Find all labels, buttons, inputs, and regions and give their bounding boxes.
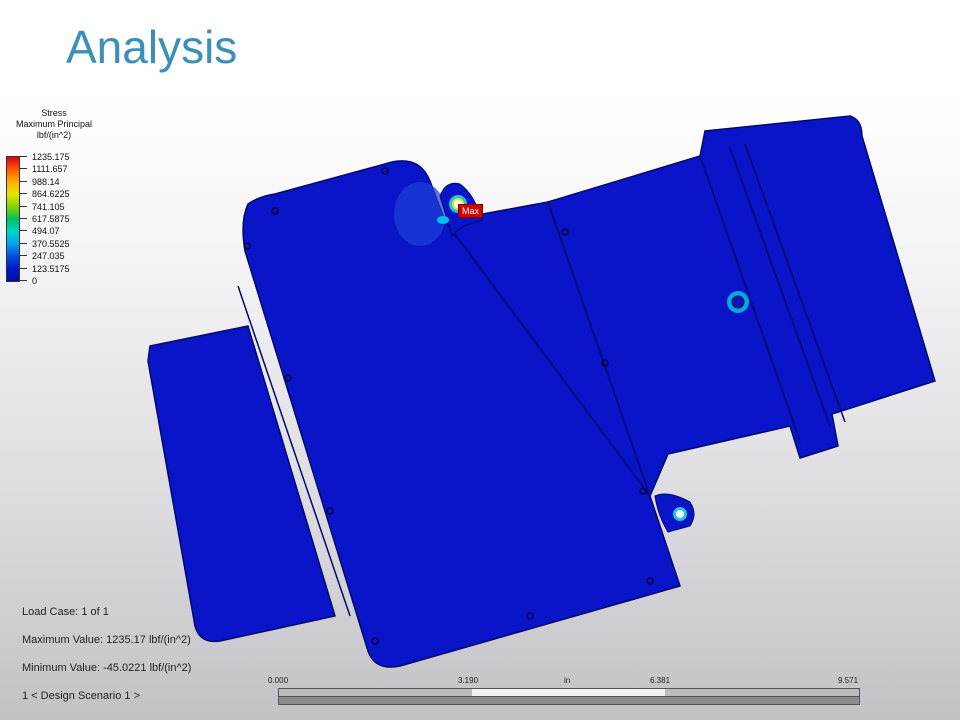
slide-title: Analysis <box>66 21 238 73</box>
legend-tick <box>19 156 27 157</box>
scale-label: 3.190 <box>458 676 479 685</box>
scale-label: 6.381 <box>650 676 671 685</box>
legend-value: 617.5875 <box>32 214 70 224</box>
legend-value: 247.035 <box>32 251 65 261</box>
scale-track-bottom <box>278 696 860 705</box>
legend-value: 988.14 <box>32 177 60 187</box>
legend-tick <box>19 280 27 281</box>
legend-value: 1111.657 <box>32 164 68 174</box>
legend-tick <box>19 168 27 169</box>
model-body <box>147 115 936 668</box>
design-scenario-selector[interactable]: 1 < Design Scenario 1 > <box>22 690 140 702</box>
scale-label: 9.571 <box>838 676 859 685</box>
scale-bar: 0.000 3.190 in 6.381 9.571 <box>268 676 860 716</box>
legend-value: 0 <box>32 276 38 286</box>
legend-value: 494.07 <box>32 226 60 236</box>
legend-tick <box>19 230 27 231</box>
scale-unit: in <box>564 676 571 685</box>
legend-value: 123.5175 <box>32 264 70 274</box>
legend-value: 741.105 <box>32 202 65 212</box>
load-case-text: Load Case: 1 of 1 <box>22 606 109 618</box>
stress-model-render[interactable] <box>0 96 960 720</box>
max-value-text: Maximum Value: 1235.17 lbf/(in^2) <box>22 634 191 646</box>
min-value-text: Minimum Value: -45.0221 lbf/(in^2) <box>22 662 192 674</box>
legend-value: 1235.175 <box>32 152 70 162</box>
legend-tick <box>19 243 27 244</box>
max-probe-label[interactable]: Max <box>458 204 484 218</box>
fea-viewport[interactable]: Max Stress Maximum Principal lbf/(in^2) … <box>0 96 960 720</box>
scale-label: 0.000 <box>268 676 289 685</box>
legend-value: 864.6225 <box>32 189 70 199</box>
legend-tick <box>19 255 27 256</box>
legend-title-line: Stress <box>41 108 67 118</box>
legend-tick <box>19 218 27 219</box>
legend-tick <box>19 181 27 182</box>
legend-tick <box>19 193 27 194</box>
legend-title-line: Maximum Principal <box>15 119 93 129</box>
legend-color-bar <box>6 156 20 282</box>
legend-tick <box>19 268 27 269</box>
legend-tick <box>19 206 27 207</box>
mount-hole-right <box>727 291 749 313</box>
legend-title-line: lbf/(in^2) <box>36 130 72 140</box>
stress-legend: Stress Maximum Principal lbf/(in^2) 1235… <box>0 96 120 296</box>
legend-value: 370.5525 <box>32 239 70 249</box>
